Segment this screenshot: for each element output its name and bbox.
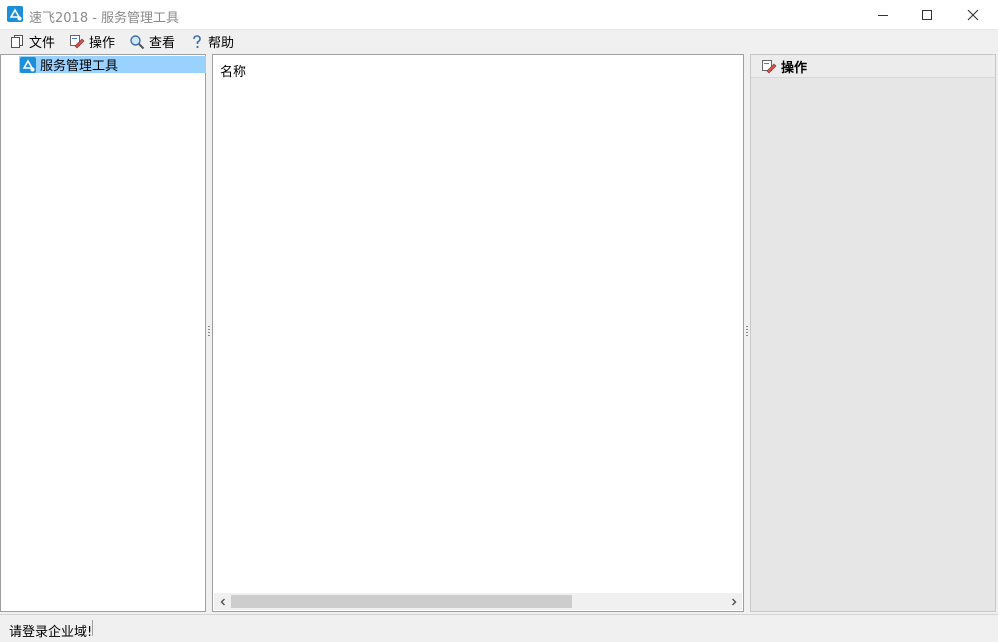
chevron-left-icon <box>220 598 225 605</box>
menu-file-label: 文件 <box>29 36 56 51</box>
scroll-left-button[interactable] <box>214 593 231 610</box>
minimize-button[interactable] <box>860 0 906 30</box>
question-icon <box>193 34 201 48</box>
app-node-icon <box>20 56 36 73</box>
copy-icon <box>11 35 23 48</box>
magnifier-icon <box>130 34 145 49</box>
splitter-grip <box>746 326 748 327</box>
title-bar: 速飞2018 - 服务管理工具 <box>0 0 998 30</box>
menu-file[interactable]: 文件 <box>10 32 55 51</box>
tree-item-label: 服务管理工具 <box>40 59 119 74</box>
action-title: 操作 <box>781 60 808 76</box>
chevron-right-icon <box>731 598 736 605</box>
scroll-thumb[interactable] <box>231 595 572 608</box>
list-pane[interactable]: 名称 <box>212 54 744 612</box>
tree-pane[interactable]: 服务管理工具 <box>0 54 207 612</box>
menu-action-label: 操作 <box>89 36 116 51</box>
menu-view-label: 查看 <box>149 36 176 51</box>
close-icon <box>967 9 979 21</box>
maximize-button[interactable] <box>904 0 950 30</box>
edit-icon <box>762 59 777 73</box>
status-bar: 请登录企业域! <box>0 614 998 642</box>
action-header[interactable]: 操作 <box>751 55 995 78</box>
close-button[interactable] <box>950 0 996 30</box>
menu-view[interactable]: 查看 <box>129 32 175 51</box>
scroll-right-button[interactable] <box>725 593 742 610</box>
window-title: 速飞2018 - 服务管理工具 <box>29 11 180 26</box>
edit-icon <box>70 35 85 49</box>
menu-help-label: 帮助 <box>208 36 235 51</box>
status-separator <box>92 620 93 636</box>
action-pane: 操作 <box>750 54 996 612</box>
menu-help[interactable]: 帮助 <box>190 32 234 51</box>
tree-item-root[interactable]: 服务管理工具 <box>19 56 207 74</box>
splitter-grip <box>208 326 210 327</box>
menu-bar: 文件 操作 查看 帮助 <box>0 30 998 53</box>
minimize-icon <box>878 15 888 16</box>
maximize-icon <box>922 10 932 20</box>
app-icon <box>7 6 23 22</box>
menu-action[interactable]: 操作 <box>69 32 115 51</box>
horizontal-scrollbar[interactable] <box>214 593 742 610</box>
column-header-name[interactable]: 名称 <box>220 61 246 80</box>
status-text: 请登录企业域! <box>9 625 93 640</box>
